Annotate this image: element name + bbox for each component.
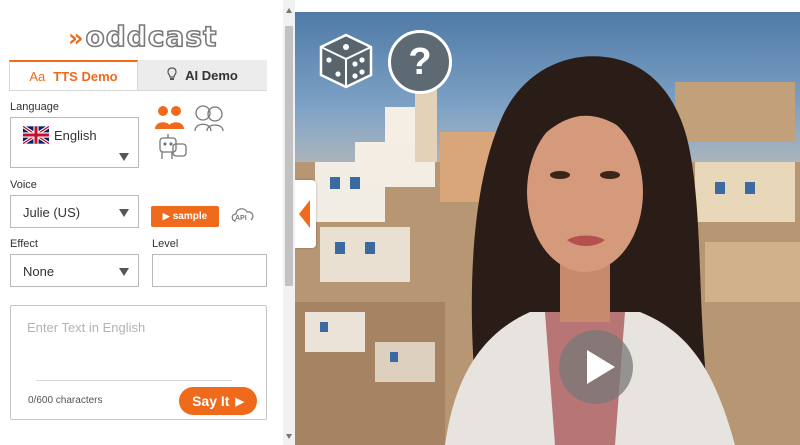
tab-ai-demo[interactable]: AI Demo <box>138 60 267 91</box>
lightbulb-icon <box>167 66 177 84</box>
character-counter: 0/600 characters <box>28 395 103 406</box>
api-icon[interactable]: API <box>230 203 256 229</box>
dice-random-icon[interactable] <box>317 32 375 90</box>
chevron-down-icon <box>119 268 129 276</box>
play-icon: ▶ <box>235 395 244 408</box>
voice-select[interactable]: Julie (US) <box>10 195 139 228</box>
scroll-up-arrow-icon[interactable] <box>286 8 292 13</box>
play-icon: ▶ <box>162 211 170 221</box>
api-label: API <box>235 215 247 222</box>
play-avatar-button[interactable] <box>559 330 633 404</box>
tts-control-panel: »oddcast Aa TTS Demo AI Demo Language En… <box>0 0 283 445</box>
avatar-scene: ? <box>295 12 800 445</box>
logo-chevrons: » <box>68 24 85 52</box>
collapse-panel-toggle[interactable] <box>295 180 316 248</box>
scroll-thumb[interactable] <box>285 26 293 286</box>
tab-ai-demo-label: AI Demo <box>185 67 238 83</box>
level-label: Level <box>152 238 179 250</box>
language-value: English <box>54 128 97 143</box>
oddcast-logo: »oddcast <box>68 20 218 53</box>
voice-gender-icon[interactable] <box>153 104 187 130</box>
say-it-label: Say It <box>192 393 230 409</box>
sample-button-label: sample <box>172 211 208 222</box>
effect-value: None <box>23 264 55 279</box>
voice-label: Voice <box>10 179 37 191</box>
demo-tabs: Aa TTS Demo AI Demo <box>9 60 267 91</box>
chevron-down-icon <box>119 209 129 217</box>
language-label: Language <box>10 101 59 113</box>
tab-tts-demo[interactable]: Aa TTS Demo <box>9 60 138 91</box>
text-input-underline <box>36 380 232 381</box>
language-select[interactable]: English <box>10 117 139 168</box>
scroll-down-arrow-icon[interactable] <box>286 434 292 439</box>
voice-character-icon[interactable] <box>192 104 226 132</box>
effect-label: Effect <box>10 238 38 250</box>
text-input-area[interactable]: Enter Text in English 0/600 characters S… <box>10 305 267 420</box>
logo-wordmark: oddcast <box>85 20 218 53</box>
question-mark-icon: ? <box>408 40 432 83</box>
help-button[interactable]: ? <box>388 30 452 94</box>
effect-select[interactable]: None <box>10 254 139 287</box>
chevron-down-icon <box>119 153 129 161</box>
play-icon <box>587 350 615 384</box>
panel-scrollbar[interactable] <box>283 0 295 445</box>
tab-tts-demo-label: TTS Demo <box>53 69 118 84</box>
sample-button[interactable]: ▶ sample <box>151 206 219 227</box>
text-size-icon: Aa <box>29 69 46 84</box>
say-it-button[interactable]: Say It ▶ <box>179 387 257 415</box>
uk-flag-icon <box>23 126 49 144</box>
chevron-left-icon <box>299 200 310 228</box>
text-input-placeholder[interactable]: Enter Text in English <box>27 320 145 335</box>
voice-value: Julie (US) <box>23 205 81 220</box>
voice-robot-icon[interactable] <box>155 132 189 162</box>
tab-divider <box>9 90 267 91</box>
level-select[interactable] <box>152 254 267 287</box>
